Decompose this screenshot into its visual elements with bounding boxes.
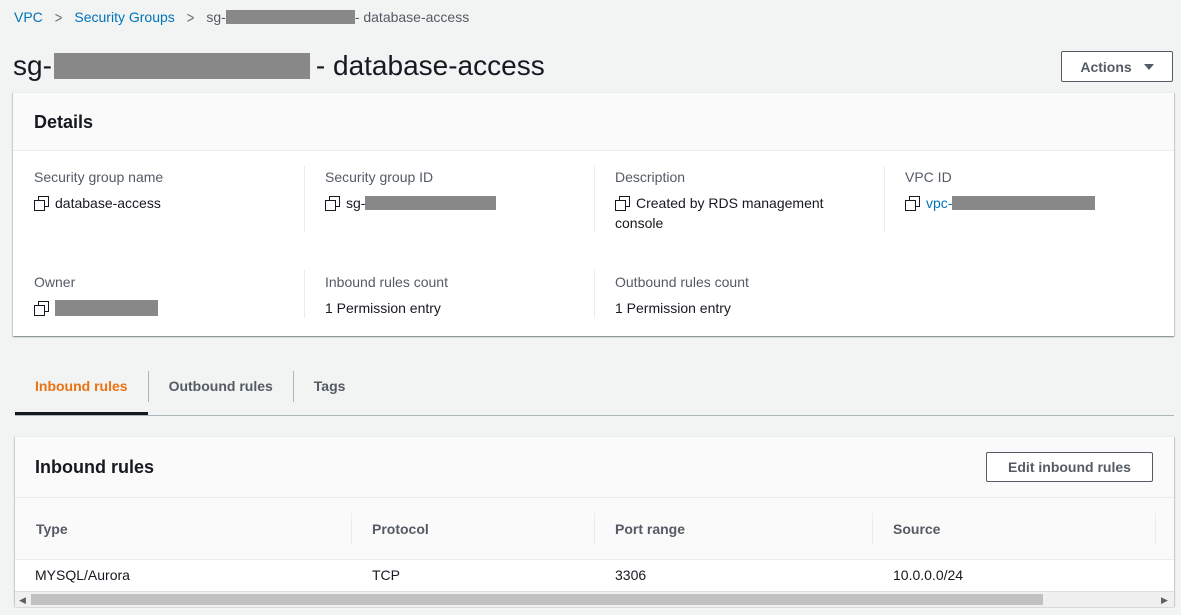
outbound-count-value: 1 Permission entry	[615, 300, 731, 316]
vpc-id-label: VPC ID	[905, 169, 952, 185]
vpc-id-value-row: vpc-	[905, 193, 1096, 213]
caret-down-icon	[1143, 63, 1154, 70]
chevron-right-icon: >	[186, 8, 195, 26]
vpc-id-link[interactable]: vpc-	[926, 193, 952, 213]
copy-icon[interactable]	[325, 196, 340, 211]
copy-icon[interactable]	[615, 196, 630, 211]
redacted-block	[55, 300, 158, 316]
breadcrumb-current: sg- - database-access	[206, 9, 469, 25]
column-divider	[594, 270, 595, 318]
breadcrumb-current-suffix: - database-access	[354, 9, 470, 25]
sg-id-value: sg-	[346, 195, 366, 211]
breadcrumb-current-prefix: sg-	[206, 9, 226, 25]
cell-protocol: TCP	[372, 567, 400, 583]
outbound-count-label: Outbound rules count	[615, 274, 749, 290]
scroll-right-icon[interactable]: ▶	[1161, 595, 1168, 606]
inbound-rules-title: Inbound rules	[35, 457, 154, 477]
inbound-count-field: Inbound rules count 1 Permission entry	[325, 273, 448, 318]
column-header-protocol[interactable]: Protocol	[372, 521, 429, 537]
breadcrumb: VPC > Security Groups > sg- - database-a…	[14, 8, 469, 26]
details-header: Details	[13, 93, 1174, 151]
cell-port-range: 3306	[615, 567, 647, 583]
column-divider[interactable]	[351, 513, 352, 544]
chevron-right-icon: >	[54, 8, 63, 26]
inbound-count-value: 1 Permission entry	[325, 300, 441, 316]
vpc-id-field: VPC ID vpc-	[905, 168, 1096, 213]
page-title-suffix: - database-access	[315, 50, 545, 81]
tab-inbound-rules[interactable]: Inbound rules	[15, 368, 148, 415]
breadcrumb-security-groups-link[interactable]: Security Groups	[74, 9, 174, 25]
redacted-block	[952, 196, 1096, 210]
horizontal-scrollbar[interactable]: ◀ ▶	[15, 591, 1174, 607]
redacted-block	[365, 196, 497, 210]
description-value-line2: console	[615, 215, 664, 231]
column-header-type[interactable]: Type	[36, 521, 68, 537]
scrollbar-thumb[interactable]	[31, 594, 1043, 605]
sg-id-field: Security group ID sg-	[325, 168, 497, 213]
column-divider[interactable]	[872, 513, 873, 544]
copy-icon[interactable]	[34, 196, 49, 211]
sg-name-value: database-access	[55, 195, 161, 211]
sg-id-label: Security group ID	[325, 169, 434, 185]
redacted-block	[225, 10, 355, 24]
cell-source: 10.0.0.0/24	[893, 567, 964, 583]
inbound-rules-header: Inbound rules Edit inbound rules	[15, 437, 1174, 497]
page-title-prefix: sg-	[13, 50, 52, 81]
table-header: Type Protocol Port range Source	[15, 497, 1174, 560]
actions-dropdown-button[interactable]: Actions	[1061, 51, 1173, 82]
column-divider	[594, 166, 595, 232]
column-header-port-range[interactable]: Port range	[615, 521, 685, 537]
description-field: Description Created by RDS management co…	[615, 168, 865, 233]
breadcrumb-vpc-link[interactable]: VPC	[14, 9, 43, 25]
column-divider	[884, 166, 885, 232]
inbound-count-label: Inbound rules count	[325, 274, 448, 290]
description-label: Description	[615, 169, 686, 185]
copy-icon[interactable]	[34, 301, 49, 316]
column-header-source[interactable]: Source	[893, 521, 940, 537]
details-panel: Details Security group name database-acc…	[13, 92, 1174, 336]
actions-label: Actions	[1080, 58, 1132, 75]
tab-tags[interactable]: Tags	[294, 368, 366, 414]
column-divider[interactable]	[594, 513, 595, 544]
edit-inbound-rules-button[interactable]: Edit inbound rules	[986, 452, 1153, 482]
description-value-row: Created by RDS management	[615, 193, 865, 213]
page-title: sg- - database-access	[13, 48, 545, 84]
table-row[interactable]: MYSQL/Aurora TCP 3306 10.0.0.0/24	[15, 561, 1174, 591]
scroll-left-icon[interactable]: ◀	[19, 595, 26, 606]
column-divider	[304, 270, 305, 318]
tab-outbound-rules[interactable]: Outbound rules	[149, 368, 293, 414]
copy-icon[interactable]	[905, 196, 920, 211]
sg-id-value-row: sg-	[325, 193, 497, 213]
owner-value-row	[34, 298, 158, 316]
description-value-line1: Created by RDS management	[636, 195, 824, 211]
sg-name-field: Security group name database-access	[34, 168, 163, 213]
redacted-block	[53, 53, 310, 79]
outbound-count-field: Outbound rules count 1 Permission entry	[615, 273, 749, 318]
tab-bar: Inbound rules Outbound rules Tags	[15, 368, 1174, 416]
owner-field: Owner	[34, 273, 158, 316]
column-divider	[304, 166, 305, 232]
column-divider[interactable]	[1155, 513, 1156, 544]
sg-name-label: Security group name	[34, 169, 164, 185]
cell-type: MYSQL/Aurora	[35, 567, 130, 583]
sg-name-value-row: database-access	[34, 193, 163, 213]
owner-label: Owner	[34, 274, 76, 290]
inbound-rules-panel: Inbound rules Edit inbound rules Type Pr…	[15, 436, 1174, 607]
